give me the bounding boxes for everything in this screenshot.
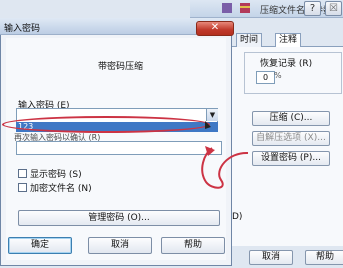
recovery-record-spinner[interactable]: 0 bbox=[256, 71, 275, 84]
ok-button[interactable]: 确定 bbox=[8, 237, 72, 254]
winrar-app-icon bbox=[222, 3, 250, 13]
set-password-button[interactable]: 设置密码 (P)... bbox=[252, 151, 330, 166]
password-heading: 带密码压缩 bbox=[98, 62, 144, 72]
confirm-password-input[interactable] bbox=[16, 141, 222, 155]
tab-time[interactable]: 时间 bbox=[236, 33, 263, 47]
annotation-ellipse bbox=[2, 116, 210, 133]
background-help-button[interactable]: 帮助 bbox=[305, 250, 343, 265]
checkbox-box[interactable] bbox=[18, 183, 27, 192]
manage-passwords-button[interactable]: 管理密码 (O)... bbox=[18, 210, 220, 226]
recovery-record-label: 恢复记录 (R) bbox=[258, 56, 315, 69]
help-title-button[interactable]: ? bbox=[304, 1, 321, 16]
checkbox-box[interactable] bbox=[18, 169, 27, 178]
chevron-down-icon[interactable]: ▼ bbox=[206, 109, 218, 121]
cancel-button[interactable]: 取消 bbox=[88, 237, 152, 254]
encrypt-filenames-label: 加密文件名 (N) bbox=[30, 184, 92, 194]
sfx-options-button[interactable]: 自解压选项 (X)... bbox=[252, 131, 330, 146]
show-password-label: 显示密码 (S) bbox=[30, 170, 82, 180]
compression-button[interactable]: 压缩 (C)... bbox=[252, 111, 330, 126]
help-button[interactable]: 帮助 bbox=[161, 237, 225, 254]
show-password-checkbox[interactable]: 显示密码 (S) bbox=[18, 168, 82, 180]
background-side-text: D) bbox=[232, 212, 243, 222]
background-title: 压缩文件名和参数 bbox=[260, 6, 333, 16]
close-title-button[interactable]: ☒ bbox=[325, 1, 342, 16]
background-cancel-button[interactable]: 取消 bbox=[249, 250, 293, 265]
recovery-unit-label: % bbox=[274, 71, 282, 80]
password-dialog-title: 输入密码 bbox=[4, 24, 41, 34]
tab-comment[interactable]: 注释 bbox=[275, 33, 302, 47]
close-button[interactable]: ✕ bbox=[196, 21, 234, 36]
encrypt-filenames-checkbox[interactable]: 加密文件名 (N) bbox=[18, 182, 92, 194]
